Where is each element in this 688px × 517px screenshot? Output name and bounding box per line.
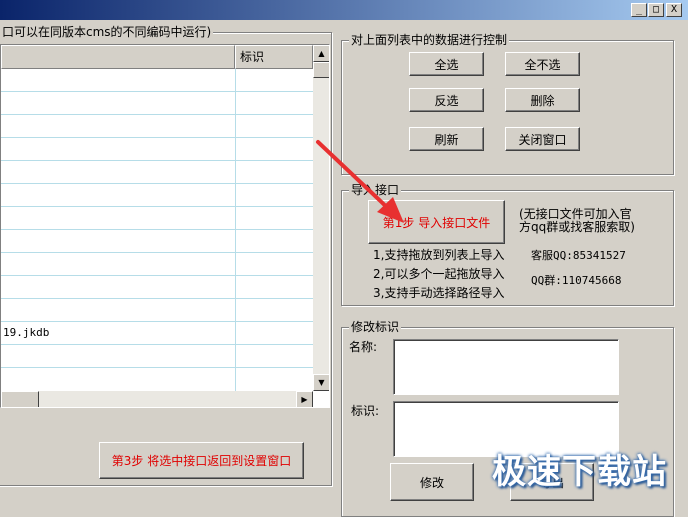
- red-arrow-annotation: [316, 140, 404, 223]
- watermark-logo: 极速下载站: [492, 452, 667, 492]
